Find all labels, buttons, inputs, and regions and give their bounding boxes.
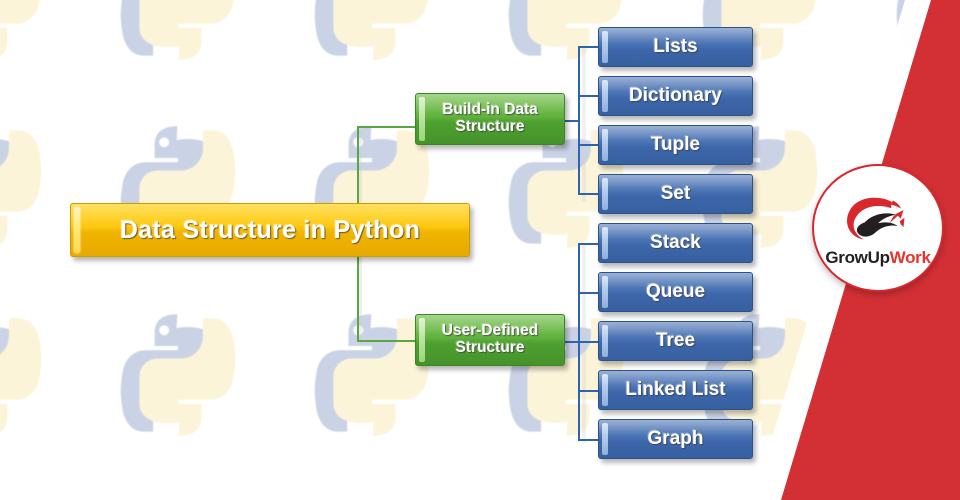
root-node-data-structure-in-python[interactable]: Data Structure in Python (70, 203, 470, 257)
branch-builtin-label-line2: Structure (455, 118, 525, 135)
leaf-node-set[interactable]: Set (598, 174, 753, 214)
leaf-node-dictionary[interactable]: Dictionary (598, 76, 753, 116)
connector-blue-builtin-stub (565, 120, 580, 122)
blue-trunk-shadow-top (582, 46, 586, 201)
growupwork-wordmark: GrowUpWork (825, 248, 931, 268)
leaf-node-queue[interactable]: Queue (598, 272, 753, 312)
python-logo-icon (109, 0, 247, 68)
leaf-set-left-lip (602, 178, 608, 210)
brand-text-growup: GrowUp (825, 248, 890, 267)
python-logo-icon (109, 306, 247, 444)
leaf-tree-left-lip (602, 325, 608, 357)
leaf-node-lists[interactable]: Lists (598, 27, 753, 67)
branch-builtin-label: Build-in Data Structure (434, 101, 546, 135)
root-node-label: Data Structure in Python (119, 215, 421, 244)
python-logo-icon (497, 494, 635, 500)
python-logo-icon (0, 494, 53, 500)
root-node-left-lip (74, 207, 80, 253)
leaf-stack-label: Stack (650, 231, 701, 253)
growupwork-logo[interactable]: GrowUpWork (812, 164, 944, 292)
leaf-tuple-left-lip (602, 129, 608, 161)
leaf-queue-label: Queue (645, 280, 706, 302)
leaf-linkedlist-label: Linked List (625, 378, 726, 400)
branch-userdefined-label-line1: User-Defined (441, 322, 539, 340)
leaf-tree-label: Tree (655, 329, 696, 351)
branch-userdefined-label-line2: Structure (455, 339, 525, 356)
leaf-set-label: Set (660, 182, 691, 204)
branch-builtin-left-lip (419, 97, 425, 141)
connector-green-to-builtin (357, 126, 419, 128)
blue-trunk-shadow-bottom (582, 243, 586, 443)
branch-userdefined-left-lip (419, 318, 425, 362)
python-logo-icon (0, 306, 53, 444)
python-logo-icon (303, 0, 441, 68)
leaf-dictionary-left-lip (602, 80, 608, 112)
leaf-node-linked-list[interactable]: Linked List (598, 370, 753, 410)
python-logo-icon (0, 0, 53, 68)
leaf-dictionary-label: Dictionary (629, 84, 722, 106)
leaf-lists-label: Lists (653, 35, 698, 57)
infographic-canvas: Data Structure in Python Build-in Data S… (0, 0, 960, 500)
connector-green-to-userdefined (357, 340, 419, 342)
leaf-graph-left-lip (602, 423, 608, 455)
leaf-tuple-label: Tuple (650, 133, 701, 155)
leaf-queue-left-lip (602, 276, 608, 308)
python-logo-icon (109, 494, 247, 500)
leaf-node-tuple[interactable]: Tuple (598, 125, 753, 165)
branch-builtin-label-line1: Build-in Data (442, 101, 538, 119)
branch-node-user-defined-structure[interactable]: User-Defined Structure (415, 314, 565, 366)
leaf-graph-label: Graph (647, 427, 704, 449)
leaf-node-graph[interactable]: Graph (598, 419, 753, 459)
branch-userdefined-label: User-Defined Structure (434, 322, 546, 356)
python-logo-icon (303, 494, 441, 500)
growupwork-swoosh-icon (847, 197, 905, 240)
leaf-linkedlist-left-lip (602, 374, 608, 406)
python-logo-icon (0, 118, 53, 256)
leaf-stack-left-lip (602, 227, 608, 259)
brand-text-work: Work (889, 248, 931, 267)
leaf-node-stack[interactable]: Stack (598, 223, 753, 263)
leaf-node-tree[interactable]: Tree (598, 321, 753, 361)
leaf-lists-left-lip (602, 31, 608, 63)
branch-node-built-in-data-structure[interactable]: Build-in Data Structure (415, 93, 565, 145)
